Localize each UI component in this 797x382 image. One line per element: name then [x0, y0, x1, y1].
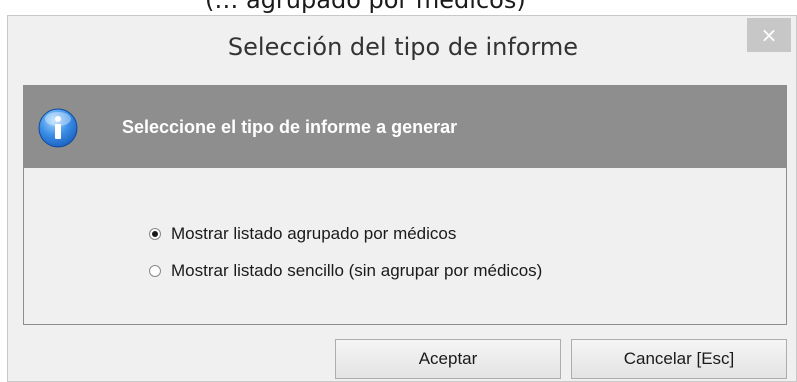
dialog-window: Selección del tipo de informe × Seleccio… [7, 15, 797, 382]
radio-label[interactable]: Mostrar listado agrupado por médicos [171, 224, 456, 244]
background-text: (… agrupado por médicos) [205, 0, 526, 14]
radio-label[interactable]: Mostrar listado sencillo (sin agrupar po… [171, 261, 542, 281]
radio-button-checked[interactable] [149, 228, 161, 240]
close-button[interactable]: × [747, 18, 791, 52]
radio-option-grouped[interactable]: Mostrar listado agrupado por médicos [149, 222, 456, 246]
header-band: Seleccione el tipo de informe a generar [24, 86, 786, 168]
dialog-content: Seleccione el tipo de informe a generar … [23, 85, 787, 325]
background-partial-text: (… agrupado por médicos) [0, 0, 797, 16]
cancel-button[interactable]: Cancelar [Esc] [571, 339, 787, 379]
close-icon: × [760, 23, 778, 47]
info-icon [38, 108, 78, 148]
radio-button[interactable] [149, 265, 161, 277]
accept-button[interactable]: Aceptar [335, 339, 561, 379]
header-text: Seleccione el tipo de informe a generar [122, 117, 458, 137]
dialog-title: Selección del tipo de informe [227, 33, 579, 61]
radio-option-simple[interactable]: Mostrar listado sencillo (sin agrupar po… [149, 259, 542, 283]
